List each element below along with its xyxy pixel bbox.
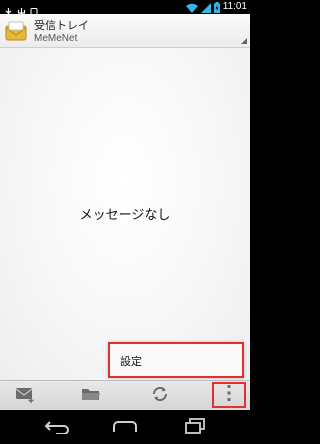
overflow-menu-icon	[226, 384, 232, 406]
refresh-icon	[151, 385, 169, 407]
back-button[interactable]	[38, 418, 78, 438]
system-icons: 11:01	[185, 1, 247, 13]
usb-icon	[4, 3, 12, 18]
refresh-button[interactable]	[135, 381, 185, 411]
usb-debug-icon	[17, 3, 26, 18]
dropdown-caret-icon[interactable]	[241, 38, 247, 44]
compose-button[interactable]	[0, 381, 50, 411]
overflow-menu: 設定	[108, 342, 244, 378]
phone-icon	[30, 3, 38, 18]
action-bar: 受信トレイ MeMeNet	[0, 14, 250, 48]
folders-button[interactable]	[66, 381, 116, 411]
empty-message: メッセージなし	[79, 208, 171, 223]
folder-icon	[80, 385, 102, 407]
compose-mail-icon	[14, 385, 36, 407]
notification-icons	[4, 2, 38, 18]
message-list: メッセージなし	[0, 48, 250, 380]
account-name: MeMeNet	[34, 33, 78, 44]
mail-envelope-icon[interactable]	[5, 20, 27, 42]
page-title: 受信トレイ	[34, 19, 89, 32]
recent-apps-icon	[184, 418, 206, 438]
back-icon	[44, 419, 72, 438]
status-bar: 11:01	[0, 0, 250, 18]
overflow-menu-button[interactable]	[212, 382, 246, 408]
menu-item-settings[interactable]: 設定	[120, 353, 142, 369]
navigation-bar	[0, 410, 250, 444]
home-icon	[111, 419, 139, 438]
clock: 11:01	[222, 1, 247, 12]
home-button[interactable]	[105, 418, 145, 438]
recent-apps-button[interactable]	[175, 418, 215, 438]
